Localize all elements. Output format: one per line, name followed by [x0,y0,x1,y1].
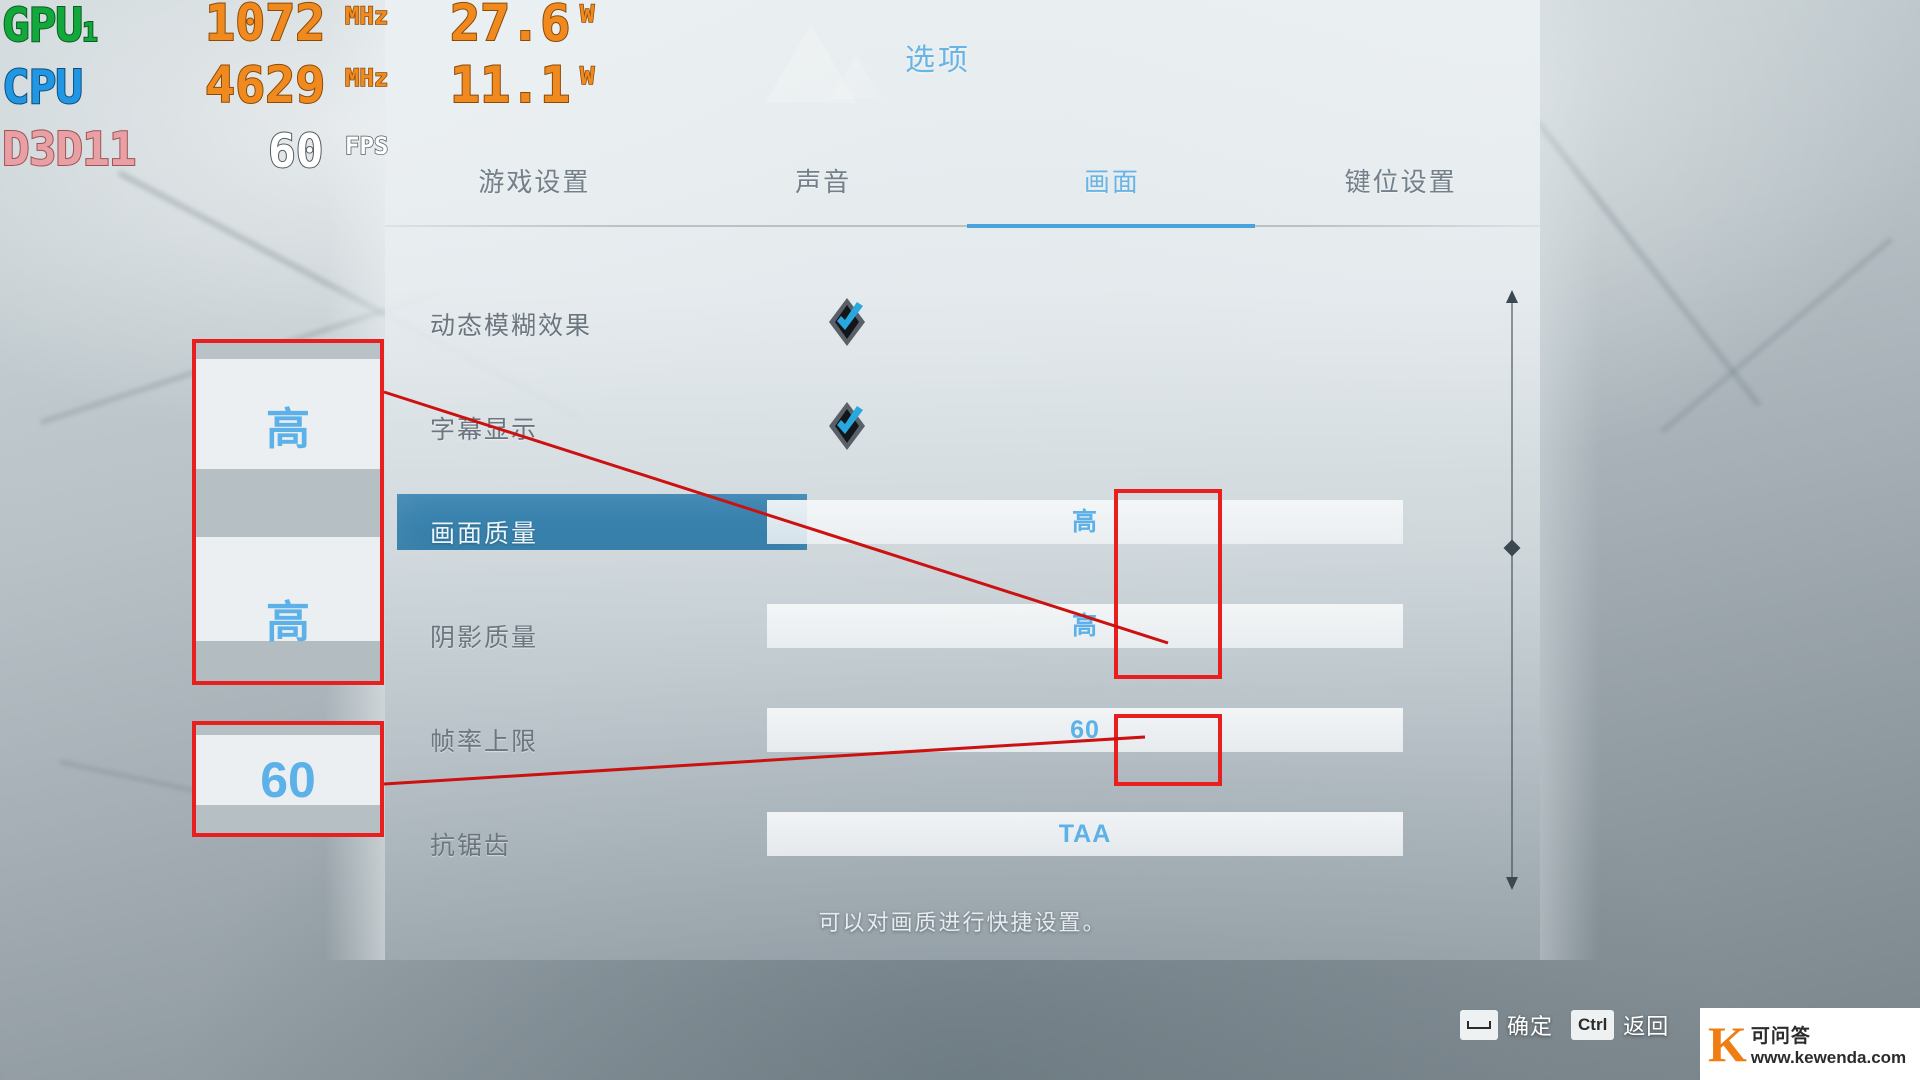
tab-active-indicator [967,224,1255,228]
setting-label: 画面质量 [430,520,539,548]
osd-cpu-label: CPU [1,59,84,115]
scrollbar[interactable] [1503,290,1521,890]
setting-row-subtitles[interactable]: 字幕显示 [385,384,1540,488]
setting-label: 动态模糊效果 [430,312,593,340]
callout-box-quality-values [1114,489,1222,679]
setting-label: 帧率上限 [430,728,539,756]
osd-api-label: D3D11 [1,121,137,177]
osd-cpu-power-unit: W [579,61,595,91]
footer-back-label: 返回 [1623,1014,1670,1039]
watermark-url: www.kewenda.com [1750,1047,1907,1067]
tab-keybinds[interactable]: 键位设置 [1256,162,1545,199]
setting-value: TAA [1058,820,1112,848]
scrollbar-thumb[interactable] [1503,539,1521,557]
setting-row-shadow-quality[interactable]: 阴影质量 高 [385,592,1540,696]
space-key-icon [1460,1010,1498,1040]
checkbox-checked-icon[interactable] [825,400,869,452]
checkbox-checked-icon[interactable] [825,296,869,348]
decorative-triangle [830,55,882,99]
setting-value: 高 [1071,508,1098,536]
hint-text: 可以对画质进行快捷设置。 [818,910,1107,935]
setting-value: 60 [1070,716,1100,744]
callout-box-quality [192,339,384,685]
scroll-up-arrow-icon[interactable] [1505,290,1519,304]
footer-hints: 确定 Ctrl 返回 [1460,1005,1669,1045]
osd-cpu-clock: 4629 [204,55,326,115]
page-title: 选项 [905,44,971,77]
osd-fps-value: 60 [267,123,324,179]
settings-list: 动态模糊效果 字幕显示 画面质量 高 阴影质量 高 帧率上限 60 抗锯齿 TA… [385,280,1540,904]
footer-confirm[interactable]: 确定 [1460,1009,1553,1041]
scroll-down-arrow-icon[interactable] [1505,876,1519,890]
osd-gpu-clock: 1072 [204,0,326,53]
setting-row-antialiasing[interactable]: 抗锯齿 TAA [385,800,1540,904]
setting-value: 高 [1071,612,1098,640]
watermark: K 可问答 www.kewenda.com [1700,1008,1920,1080]
watermark-logo: K [1708,1016,1747,1072]
tab-sound[interactable]: 声音 [679,162,968,199]
footer-back[interactable]: Ctrl 返回 [1571,1009,1669,1041]
osd-fps-unit: FPS [344,131,389,161]
setting-row-image-quality[interactable]: 画面质量 高 [385,488,1540,592]
watermark-text: 可问答 www.kewenda.com [1751,1021,1906,1068]
setting-label: 抗锯齿 [430,832,512,860]
osd-cpu-clock-unit: MHz [344,63,389,93]
osd-cpu-power: 11.1 [449,55,571,115]
footer-confirm-label: 确定 [1507,1014,1554,1039]
osd-gpu-power-unit: W [579,0,595,29]
setting-label: 阴影质量 [430,624,539,652]
setting-row-motion-blur[interactable]: 动态模糊效果 [385,280,1540,384]
scrollbar-track [1511,298,1513,882]
watermark-name: 可问答 [1750,1025,1811,1047]
tab-underline [385,225,1540,227]
performance-overlay: GPU1 1072 MHz 27.6 W CPU 4629 MHz 11.1 W… [0,0,640,182]
setting-label: 字幕显示 [430,416,539,444]
osd-gpu-power: 27.6 [449,0,571,53]
ctrl-key-icon: Ctrl [1571,1010,1615,1040]
osd-gpu-clock-unit: MHz [344,1,389,31]
tab-display[interactable]: 画面 [968,162,1257,199]
callout-box-framerate-value [1114,714,1222,786]
callout-box-framerate [192,721,384,837]
osd-gpu-label: GPU1 [1,0,99,53]
setting-row-framerate-cap[interactable]: 帧率上限 60 [385,696,1540,800]
